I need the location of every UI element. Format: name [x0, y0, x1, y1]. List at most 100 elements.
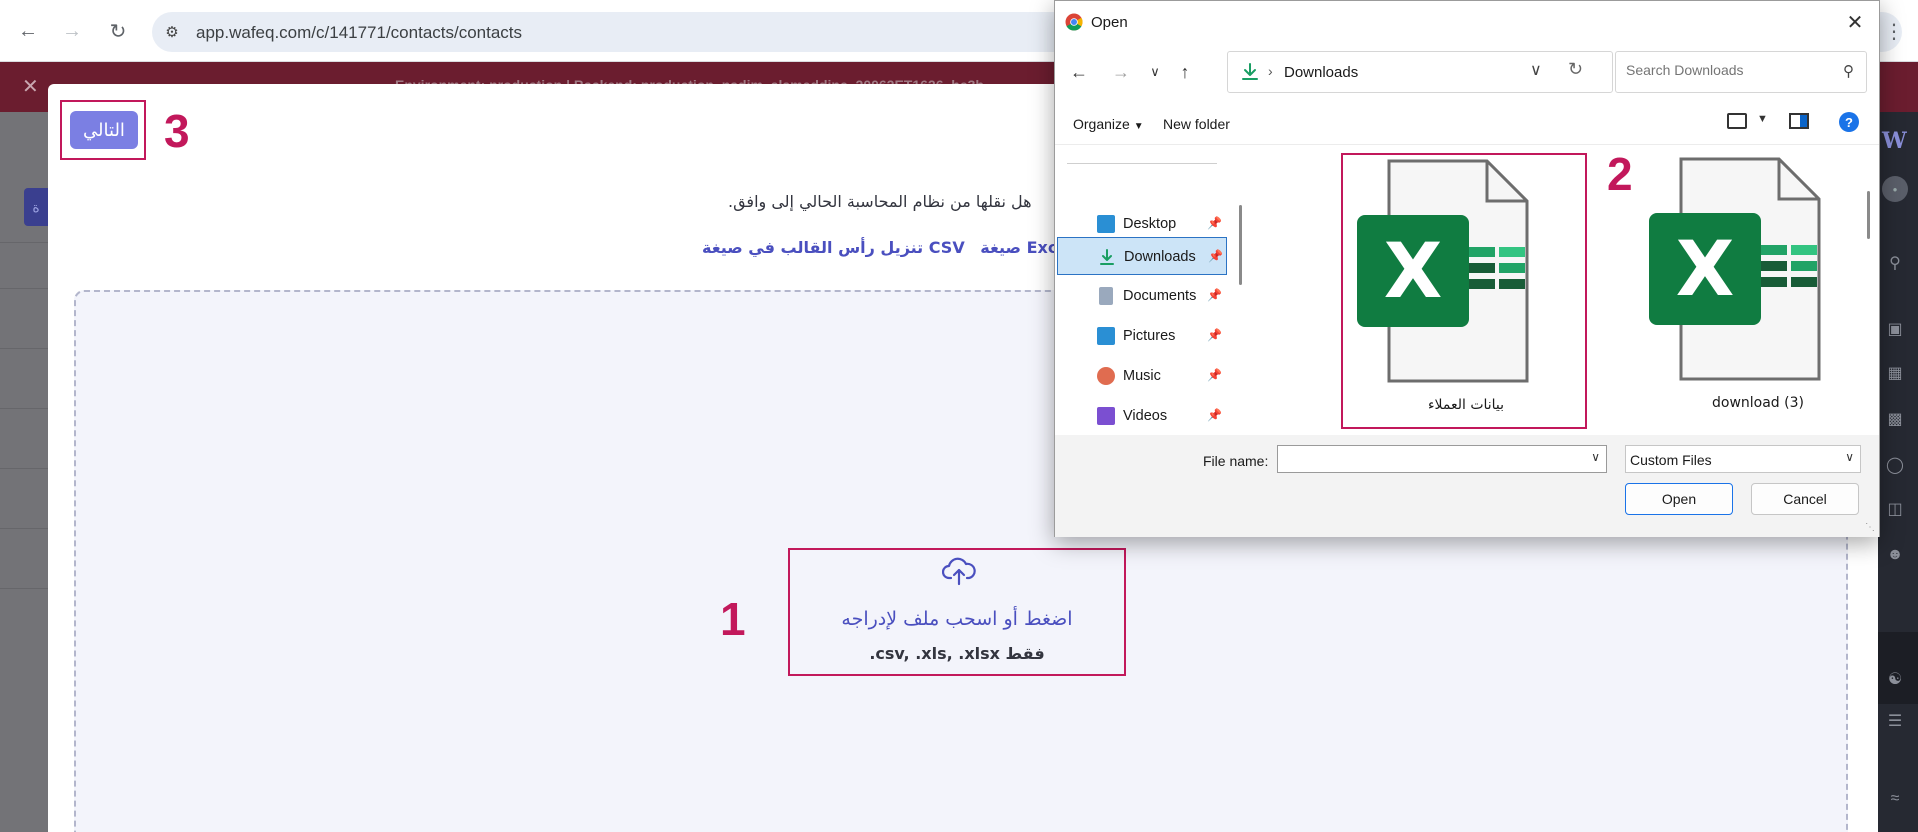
pictures-icon — [1097, 327, 1115, 345]
sidebar-item-downloads[interactable]: Downloads 📌 — [1057, 237, 1227, 275]
dialog-navigation: ← → ∨ ↑ › Downloads ∨ ↻ ⚲ — [1055, 43, 1879, 101]
file-name-field[interactable]: ∨ — [1277, 445, 1607, 473]
view-options-icon[interactable] — [1727, 113, 1747, 129]
file-name-label: File name: — [1203, 453, 1269, 469]
file-item[interactable]: X download (3) — [1635, 153, 1881, 429]
sidebar-item-label: Desktop — [1123, 216, 1177, 232]
row-divider — [0, 468, 48, 469]
search-icon: ⚲ — [1889, 255, 1901, 272]
inbox-icon: ▣ — [1887, 321, 1903, 338]
upload-title: اضغط أو اسحب ملف لإدراجه — [841, 608, 1073, 630]
breadcrumb[interactable]: Downloads — [1284, 64, 1358, 81]
dialog-search[interactable]: ⚲ — [1615, 51, 1867, 93]
scrollbar[interactable] — [1239, 205, 1242, 285]
pin-icon: 📌 — [1207, 328, 1222, 342]
upload-area[interactable]: اضغط أو اسحب ملف لإدراجه .csv, .xls, .xl… — [788, 548, 1126, 676]
file-name: download (3) — [1712, 395, 1804, 411]
sidebar-item-label: Downloads — [1124, 249, 1196, 265]
svg-text:X: X — [1676, 224, 1735, 313]
search-input[interactable] — [1626, 62, 1826, 78]
pin-icon: 📌 — [1208, 249, 1223, 263]
scrollbar[interactable] — [1867, 191, 1870, 239]
highlight-box-step3: التالي — [60, 100, 146, 160]
money-icon: ◯ — [1886, 457, 1904, 474]
dialog-toolbar: Organize ▼ New folder ▼ ? — [1055, 101, 1879, 145]
search-icon[interactable]: ⚲ — [1843, 62, 1854, 80]
contacts-icon: ☻ — [1886, 546, 1904, 563]
forward-button[interactable]: → — [58, 17, 86, 45]
upload-cloud-icon — [942, 557, 976, 586]
close-banner-icon[interactable]: ✕ — [22, 74, 39, 99]
back-button[interactable]: ← — [14, 17, 42, 45]
template-links: تنزيل رأس القالب في صيغة CSV صيغة Excel — [702, 238, 1084, 257]
breadcrumb-chevron-icon: › — [1268, 63, 1273, 79]
chevron-down-icon[interactable]: ▼ — [1757, 113, 1768, 125]
step-3-label: 3 — [164, 105, 190, 157]
organize-label: Organize — [1073, 116, 1130, 132]
sidebar-item-videos[interactable]: Videos 📌 — [1057, 397, 1227, 435]
sidebar-item-label: Documents — [1123, 288, 1197, 304]
app-content-background: ة — [0, 112, 48, 832]
dialog-footer: File name: ∨ Custom Files ∨ Open Cancel … — [1055, 435, 1879, 537]
browser-menu-icon[interactable]: ⋮ — [1880, 17, 1908, 45]
resize-grip-icon[interactable]: ⋱ — [1865, 522, 1875, 533]
step-1-label: 1 — [720, 593, 746, 645]
sidebar-item-music[interactable]: Music 📌 — [1057, 357, 1227, 395]
forward-arrow-icon[interactable]: → — [1109, 60, 1133, 84]
refresh-icon[interactable]: ↻ — [1568, 59, 1583, 80]
row-divider — [0, 528, 48, 529]
wafeq-logo: W — [1882, 128, 1907, 154]
new-folder-button[interactable]: New folder — [1163, 116, 1230, 132]
cancel-button[interactable]: Cancel — [1751, 483, 1859, 515]
intro-text: هل نقلها من نظام المحاسبة الحالي إلى واف… — [728, 192, 1032, 211]
payroll-icon: ☯ — [1887, 671, 1903, 688]
open-button[interactable]: Open — [1625, 483, 1733, 515]
excel-file-icon: X — [1357, 159, 1529, 383]
dialog-body: Desktop 📌 Downloads 📌 Documents 📌 Pictur… — [1055, 145, 1879, 435]
avatar: ● — [1882, 176, 1908, 202]
sidebar-item-label: Music — [1123, 368, 1161, 384]
file-open-dialog: Open ✕ ← → ∨ ↑ › Downloads ∨ ↻ ⚲ Organiz… — [1054, 0, 1880, 537]
sidebar-item-label: Pictures — [1123, 328, 1176, 344]
url-text: app.wafeq.com/c/141771/contacts/contacts — [196, 23, 523, 42]
preview-pane-icon[interactable] — [1789, 113, 1809, 129]
row-divider — [0, 288, 48, 289]
sidebar-item-label: Videos — [1123, 408, 1168, 424]
chevron-down-icon[interactable]: ∨ — [1530, 60, 1542, 80]
videos-icon — [1097, 407, 1115, 425]
dashboard-icon: ▦ — [1887, 365, 1903, 382]
pin-icon: 📌 — [1207, 408, 1222, 422]
app-action-button: ة — [24, 188, 48, 226]
sidebar-item-pictures[interactable]: Pictures 📌 — [1057, 317, 1227, 355]
back-arrow-icon[interactable]: ← — [1067, 60, 1091, 84]
sidebar-item-documents[interactable]: Documents 📌 — [1057, 277, 1227, 315]
upload-formats: .csv, .xls, .xlsx فقط — [869, 644, 1045, 663]
file-type-value: Custom Files — [1630, 452, 1712, 468]
organize-menu[interactable]: Organize ▼ — [1073, 116, 1144, 132]
file-type-select[interactable]: Custom Files ∨ — [1625, 445, 1861, 473]
row-divider — [0, 408, 48, 409]
next-button[interactable]: التالي — [70, 111, 138, 149]
dialog-titlebar: Open ✕ — [1055, 1, 1879, 43]
up-arrow-icon[interactable]: ↑ — [1173, 60, 1197, 84]
excel-file-icon: X — [1649, 157, 1821, 381]
close-icon[interactable]: ✕ — [1843, 10, 1867, 34]
site-settings-icon[interactable]: ⚙ — [162, 22, 182, 42]
downloads-icon — [1100, 249, 1114, 265]
step-2-label: 2 — [1607, 148, 1633, 200]
recent-locations-icon[interactable]: ∨ — [1143, 60, 1167, 84]
row-divider — [0, 242, 48, 243]
file-item[interactable]: X بيانات العملاء — [1341, 153, 1587, 429]
chevron-down-icon[interactable]: ∨ — [1591, 450, 1600, 464]
cart-icon: ◫ — [1887, 501, 1903, 518]
row-divider — [0, 588, 48, 589]
pin-icon: 📌 — [1207, 216, 1222, 230]
reload-button[interactable]: ↻ — [104, 17, 132, 45]
analytics-icon: ≈ — [1890, 790, 1900, 807]
barcode-icon: ☰ — [1887, 713, 1903, 730]
help-icon[interactable]: ? — [1839, 112, 1859, 132]
row-divider — [0, 348, 48, 349]
download-csv-template-link[interactable]: تنزيل رأس القالب في صيغة CSV — [702, 238, 965, 257]
dialog-address-bar[interactable]: › Downloads ∨ ↻ — [1227, 51, 1613, 93]
svg-text:X: X — [1384, 226, 1443, 315]
